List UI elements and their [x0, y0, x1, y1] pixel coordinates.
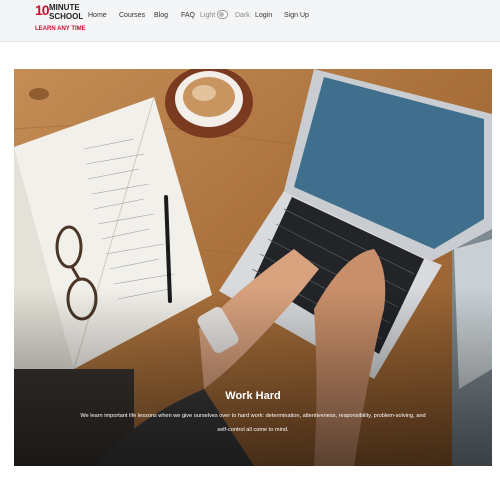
login-link[interactable]: Login	[255, 11, 272, 20]
logo-tagline: LEARN ANY TIME	[35, 26, 86, 32]
theme-dark-label: Dark	[235, 12, 250, 19]
logo-number: 10	[35, 2, 50, 18]
signup-link[interactable]: Sign Up	[284, 11, 309, 20]
logo-word-school: SCHOOL	[49, 12, 84, 21]
hero-carousel: ‹ Work Hard We learn important life less…	[14, 69, 492, 466]
theme-light-label: Light	[200, 12, 216, 19]
carousel-prev-icon[interactable]: ‹	[44, 260, 48, 272]
nav-courses-link[interactable]: Courses	[119, 11, 145, 20]
brand-logo[interactable]: 10 MINUTE SCHOOL LEARN ANY TIME	[35, 2, 86, 37]
hero-description: We learn important life lessons when we …	[80, 413, 426, 433]
nav-blog-link[interactable]: Blog	[154, 11, 168, 20]
nav-home-link[interactable]: Home	[88, 11, 107, 20]
logo-word-minute: MINUTE	[49, 3, 80, 12]
hero-title: Work Hard	[225, 390, 281, 402]
nav-faq-link[interactable]: FAQ	[181, 11, 195, 20]
hero-background-image	[14, 69, 492, 466]
top-navbar: 10 MINUTE SCHOOL LEARN ANY TIME Home Cou…	[0, 0, 500, 42]
theme-toggle[interactable]	[217, 10, 228, 19]
theme-toggle-knob	[219, 12, 224, 17]
